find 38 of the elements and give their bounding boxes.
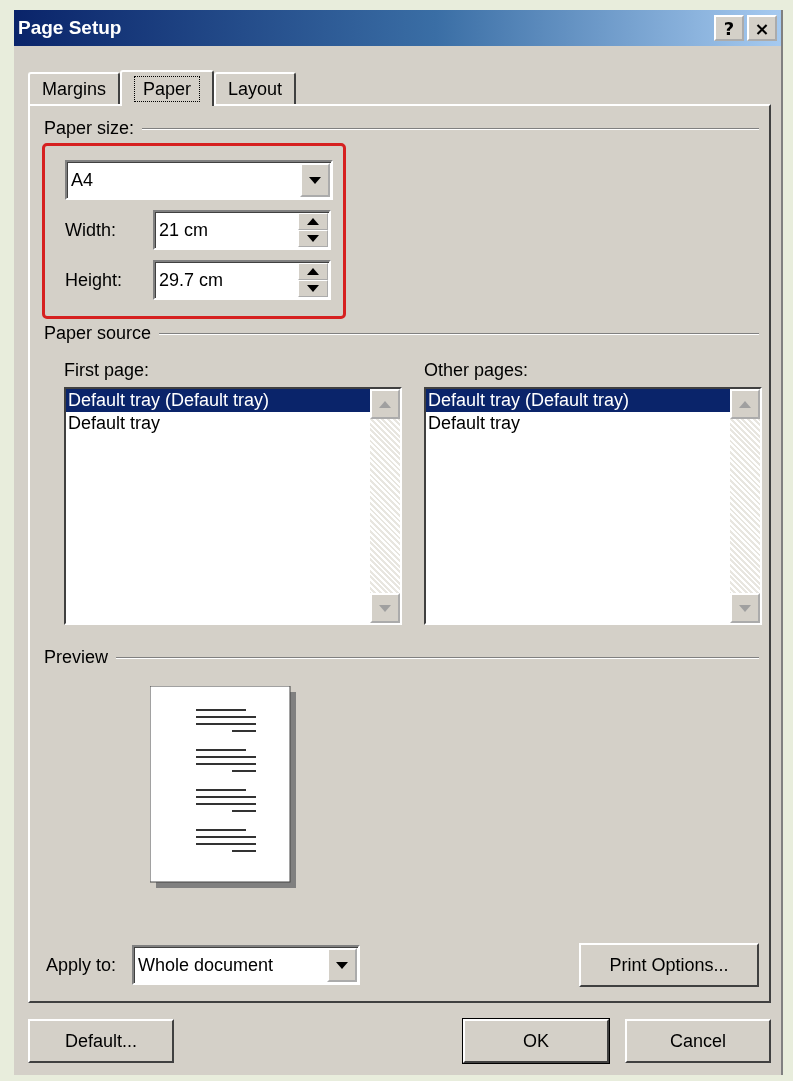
- spin-field[interactable]: 21 cm: [153, 210, 331, 250]
- spin-up-icon: [307, 218, 319, 225]
- scroll-down-icon: [739, 604, 751, 612]
- close-button[interactable]: ×: [747, 15, 777, 41]
- paper-size-dropdown[interactable]: A4: [65, 160, 333, 200]
- group-label: Paper size:: [44, 118, 135, 139]
- scroll-up-icon: [739, 400, 751, 408]
- list-item[interactable]: Default tray: [66, 412, 370, 435]
- dropdown-arrow-icon: [309, 176, 321, 184]
- tab[interactable]: Layout: [214, 72, 297, 104]
- dialog-button[interactable]: Cancel: [625, 1019, 771, 1063]
- dropdown-arrow-icon: [336, 961, 349, 969]
- apply-to-dropdown[interactable]: Whole document: [132, 945, 361, 985]
- dialog-button[interactable]: Default...: [28, 1019, 174, 1063]
- dialog-button[interactable]: OK: [463, 1019, 609, 1063]
- tab[interactable]: Paper: [120, 70, 215, 106]
- spin-down-icon: [307, 235, 319, 242]
- scroll-up-icon: [379, 400, 391, 408]
- print-options-button[interactable]: Print Options...: [579, 943, 759, 987]
- group-label: Preview: [44, 647, 109, 668]
- tab[interactable]: Margins: [28, 72, 121, 104]
- group-label: Paper source: [44, 323, 152, 344]
- scrollbar[interactable]: [370, 389, 400, 623]
- field-label: Width:: [65, 219, 116, 241]
- list-item[interactable]: Default tray: [426, 412, 730, 435]
- field-label: Height:: [65, 269, 123, 291]
- spin-field[interactable]: 29.7 cm: [153, 260, 331, 300]
- window-title: Page Setup: [18, 17, 122, 39]
- spin-down-icon: [307, 285, 319, 292]
- scroll-down-icon: [379, 604, 391, 612]
- scrollbar[interactable]: [730, 389, 760, 623]
- list-item[interactable]: Default tray (Default tray): [66, 389, 370, 412]
- field-label: Apply to:: [46, 954, 117, 976]
- list-label: First page:: [64, 360, 151, 381]
- spin-up-icon: [307, 268, 319, 275]
- help-button[interactable]: ?: [714, 15, 744, 41]
- list-item[interactable]: Default tray (Default tray): [426, 389, 730, 412]
- list-label: Other pages:: [424, 360, 530, 381]
